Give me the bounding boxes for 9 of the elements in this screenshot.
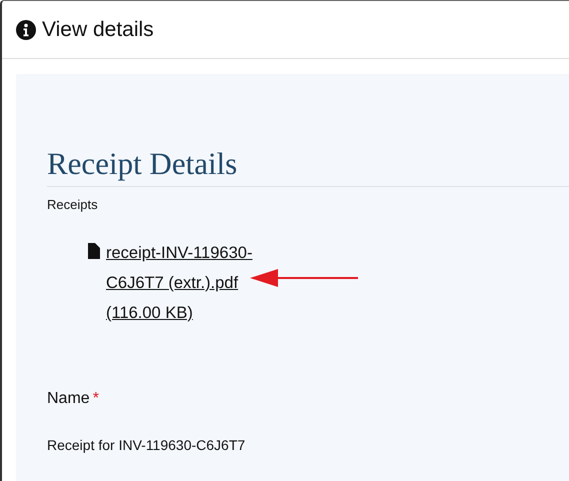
field-label: Name — [47, 390, 90, 408]
field-label: Receipts — [47, 197, 99, 212]
file-icon — [88, 243, 100, 259]
file-link[interactable]: receipt-INV-119630-C6J6T7 (extr.).pdf (116.00 KB) — [88, 238, 278, 328]
info-icon — [16, 20, 36, 40]
section-heading: Receipt Details — [47, 145, 238, 183]
window-title: View details — [42, 18, 154, 42]
required-mark: * — [92, 390, 99, 408]
field-value: Receipt for INV-119630-C6J6T7 — [47, 437, 246, 453]
